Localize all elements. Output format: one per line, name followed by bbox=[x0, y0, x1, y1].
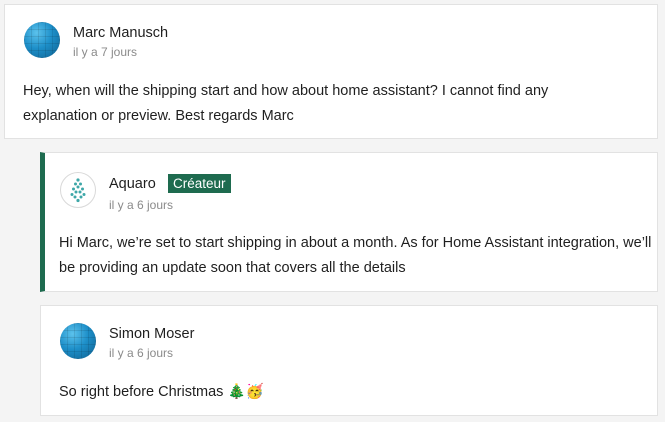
christmas-tree-icon: 🎄 bbox=[227, 384, 246, 400]
comment-text-line: So right before Christmas 🎄🥳 bbox=[59, 380, 639, 405]
comment-text: Hey, when will the shipping start and ho… bbox=[23, 83, 549, 124]
comment-text: Hi Marc, we’re set to start shipping in … bbox=[59, 235, 652, 276]
comment-author[interactable]: Simon Moser bbox=[109, 326, 194, 342]
comment-text: So right before Christmas bbox=[59, 384, 224, 400]
partying-face-icon: 🥳 bbox=[245, 384, 264, 400]
comment-author[interactable]: Marc Manusch bbox=[73, 25, 168, 41]
comment-author[interactable]: Aquaro bbox=[109, 176, 156, 192]
user-avatar-icon[interactable] bbox=[60, 323, 96, 359]
creator-badge: Créateur bbox=[168, 174, 231, 193]
reply-card: Simon Moser il y a 6 jours So right befo… bbox=[40, 305, 658, 416]
comment-card: Marc Manusch il y a 7 jours Hey, when wi… bbox=[4, 4, 658, 139]
comment-timestamp: il y a 6 jours bbox=[109, 346, 174, 360]
aquaro-logo-icon bbox=[70, 178, 86, 203]
comment-timestamp: il y a 7 jours bbox=[73, 45, 138, 59]
comment-timestamp: il y a 6 jours bbox=[109, 198, 174, 212]
reply-card-creator: Aquaro Créateur il y a 6 jours Hi Marc, … bbox=[40, 152, 658, 292]
user-avatar-icon[interactable] bbox=[24, 22, 60, 58]
aquaro-logo-icon[interactable] bbox=[60, 172, 96, 208]
